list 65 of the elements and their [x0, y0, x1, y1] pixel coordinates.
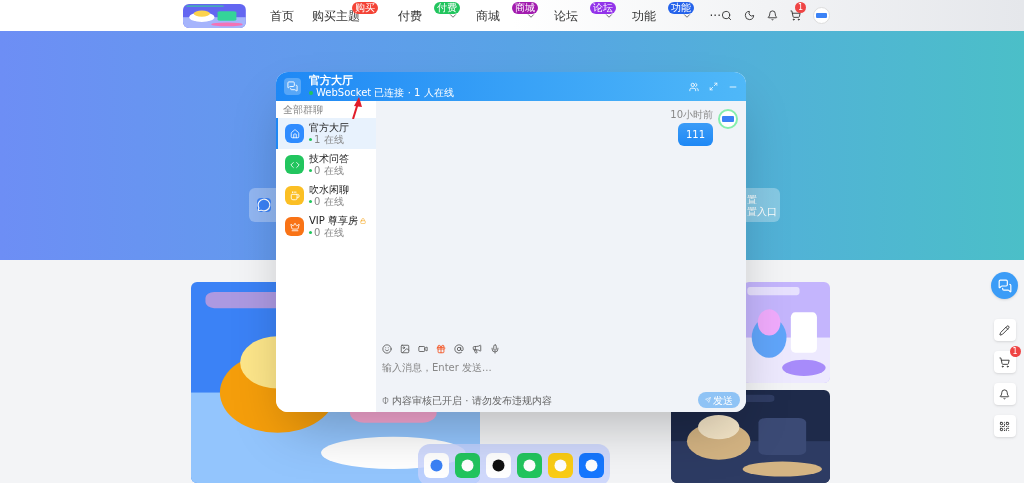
message-time: 10小时前: [670, 109, 713, 121]
code-icon: [289, 159, 300, 170]
nav-link[interactable]: 首页: [269, 6, 294, 25]
notification-button[interactable]: [993, 383, 1016, 405]
pencil-icon: [999, 324, 1010, 336]
cart-icon: [999, 356, 1010, 368]
group-name: 吹水闲聊: [309, 183, 349, 196]
nav-tag: 功能: [667, 1, 694, 14]
group-item[interactable]: 官方大厅 1 在线: [276, 118, 376, 149]
qr-button[interactable]: [993, 415, 1016, 437]
emoji-icon[interactable]: [382, 344, 392, 354]
crown-icon: [289, 221, 300, 232]
nav-link[interactable]: 功能: [631, 6, 656, 25]
nav-tag: 商城: [511, 1, 538, 14]
group-name: VIP 尊享房: [309, 214, 358, 227]
online-count: 0 在线: [314, 226, 344, 239]
nav-link[interactable]: 论坛: [553, 6, 578, 25]
nav-tag: 论坛: [589, 1, 616, 14]
shield-icon: [382, 396, 389, 404]
online-count: 0 在线: [314, 195, 344, 208]
video-icon[interactable]: [418, 344, 428, 354]
card-text: 置入口: [747, 205, 778, 218]
microphone-icon[interactable]: [490, 344, 500, 354]
search-icon[interactable]: [721, 10, 732, 21]
chat-button[interactable]: [991, 272, 1018, 299]
cart-count: 1: [1009, 346, 1021, 357]
message-input[interactable]: 输入消息，Enter 发送...: [382, 360, 740, 388]
group-item[interactable]: 技术问答 0 在线: [276, 149, 376, 180]
home-icon: [289, 128, 300, 139]
chat-icon: [997, 278, 1012, 293]
logo-icon: [722, 116, 734, 122]
connection-status: WebSocket 已连接 · 1 人在线: [316, 87, 454, 98]
nav-link[interactable]: ···: [709, 6, 721, 25]
coffee-icon: [289, 190, 300, 201]
card-title: 置: [747, 192, 758, 206]
message-bubble: 111: [677, 123, 713, 146]
app-icon[interactable]: [486, 452, 511, 478]
image-icon[interactable]: [400, 344, 410, 354]
bell-icon[interactable]: [767, 10, 778, 21]
megaphone-icon[interactable]: [472, 344, 482, 354]
nav-link[interactable]: 商城: [475, 6, 500, 25]
moon-icon[interactable]: [744, 10, 755, 21]
group-name: 技术问答: [309, 152, 349, 165]
feature-card[interactable]: [249, 188, 276, 222]
cart-count: 1: [795, 2, 806, 13]
moderation-notice: 内容审核已开启 · 请勿发布违规内容: [392, 393, 552, 408]
nav-link[interactable]: 付费: [397, 6, 422, 25]
logo-icon: [816, 13, 827, 18]
online-count: 0 在线: [314, 164, 344, 177]
group-name: 官方大厅: [309, 121, 349, 134]
bell-icon: [999, 388, 1010, 400]
chat-title: 官方大厅: [309, 75, 354, 87]
group-item[interactable]: 吹水闲聊 0 在线: [276, 180, 376, 211]
edit-button[interactable]: [993, 319, 1016, 341]
nav-tag: 付费: [433, 1, 460, 14]
sidebar-heading: 全部群聊: [283, 104, 323, 116]
send-icon: [705, 397, 711, 403]
qr-code-icon: [999, 420, 1010, 432]
avatar[interactable]: [813, 7, 830, 24]
mention-icon[interactable]: [454, 344, 464, 354]
group-item[interactable]: VIP 尊享房 0 在线: [276, 211, 376, 242]
online-count: 1 在线: [314, 133, 344, 146]
cart-icon[interactable]: [790, 10, 801, 21]
gift-icon[interactable]: [436, 344, 446, 354]
arrow-annotation: [352, 97, 362, 119]
